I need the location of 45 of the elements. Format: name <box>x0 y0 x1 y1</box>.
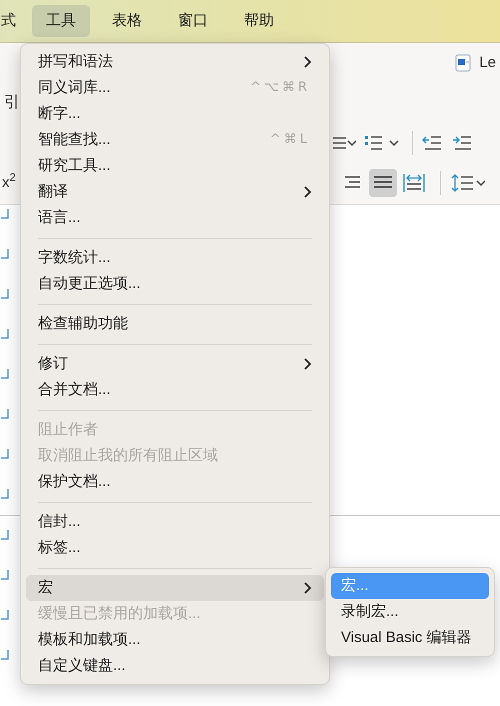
menu-item[interactable]: 断字... <box>26 101 324 127</box>
paragraph-mark-icon <box>1 449 9 459</box>
keyboard-shortcut: ^⌥⌘R <box>250 79 310 98</box>
menu-item[interactable]: 智能查找... ^⌘L <box>26 127 324 153</box>
paragraph-mark-icon <box>1 610 9 620</box>
paragraph-mark-icon <box>1 369 9 379</box>
menu-item[interactable]: 自定义键盘... <box>26 653 324 679</box>
paragraph-mark-icon <box>1 409 9 419</box>
justify-button[interactable] <box>368 169 397 197</box>
keyboard-shortcut: ^⌘L <box>270 131 310 150</box>
ribbon-tab[interactable]: 引 <box>4 91 20 115</box>
menu-item[interactable]: 检查辅助功能 <box>26 311 324 337</box>
paragraph-mark-icon <box>1 530 9 540</box>
paragraph-mark-icon <box>1 650 9 660</box>
paragraph-mark-icon <box>1 289 9 299</box>
menu-item[interactable]: 标签... <box>26 535 324 561</box>
paragraph-mark-icon <box>1 209 9 219</box>
paragraph-mark-icon <box>1 249 9 259</box>
document-icon <box>455 54 472 72</box>
superscript-button[interactable]: x$^{2}$ <box>0 172 16 194</box>
menu-bar-item[interactable]: 工具 <box>32 4 90 38</box>
line-spacing-icon <box>450 172 485 194</box>
submenu-item[interactable]: Visual Basic 编辑器 <box>331 625 489 651</box>
menu-bar-item[interactable]: 帮助 <box>230 4 288 38</box>
menu-bar-item[interactable]: 表格 <box>98 4 156 38</box>
submenu-item[interactable]: 录制宏... <box>331 599 489 625</box>
menu-item[interactable]: 保护文档... <box>26 469 324 495</box>
menu-item[interactable]: 合并文档... <box>26 377 324 403</box>
menu-item[interactable]: 拼写和语法 <box>26 49 324 75</box>
menu-item[interactable]: 语言... <box>26 205 324 231</box>
menu-item[interactable]: 研究工具... <box>26 153 324 179</box>
paragraph-mark-icon <box>1 489 9 499</box>
menu-item[interactable]: 字数统计... <box>26 245 324 271</box>
document-title: Le <box>479 52 496 73</box>
menu-bar-item[interactable]: 式 <box>0 4 24 38</box>
menu-item[interactable]: 信封... <box>26 509 324 535</box>
menu-item[interactable]: 修订 <box>26 351 324 377</box>
menu-item[interactable]: 同义词库... ^⌥⌘R <box>26 75 324 101</box>
menu-item[interactable]: 模板和加载项... <box>26 627 324 653</box>
menu-bar-item[interactable]: 窗口 <box>164 4 222 38</box>
paragraph-mark-icon <box>1 570 9 580</box>
menu-item[interactable]: 翻译 <box>26 179 324 205</box>
menu-item[interactable]: 自动更正选项... <box>26 271 324 297</box>
paragraph-mark-icon <box>1 329 9 339</box>
menu-item[interactable]: 宏 <box>26 575 324 601</box>
